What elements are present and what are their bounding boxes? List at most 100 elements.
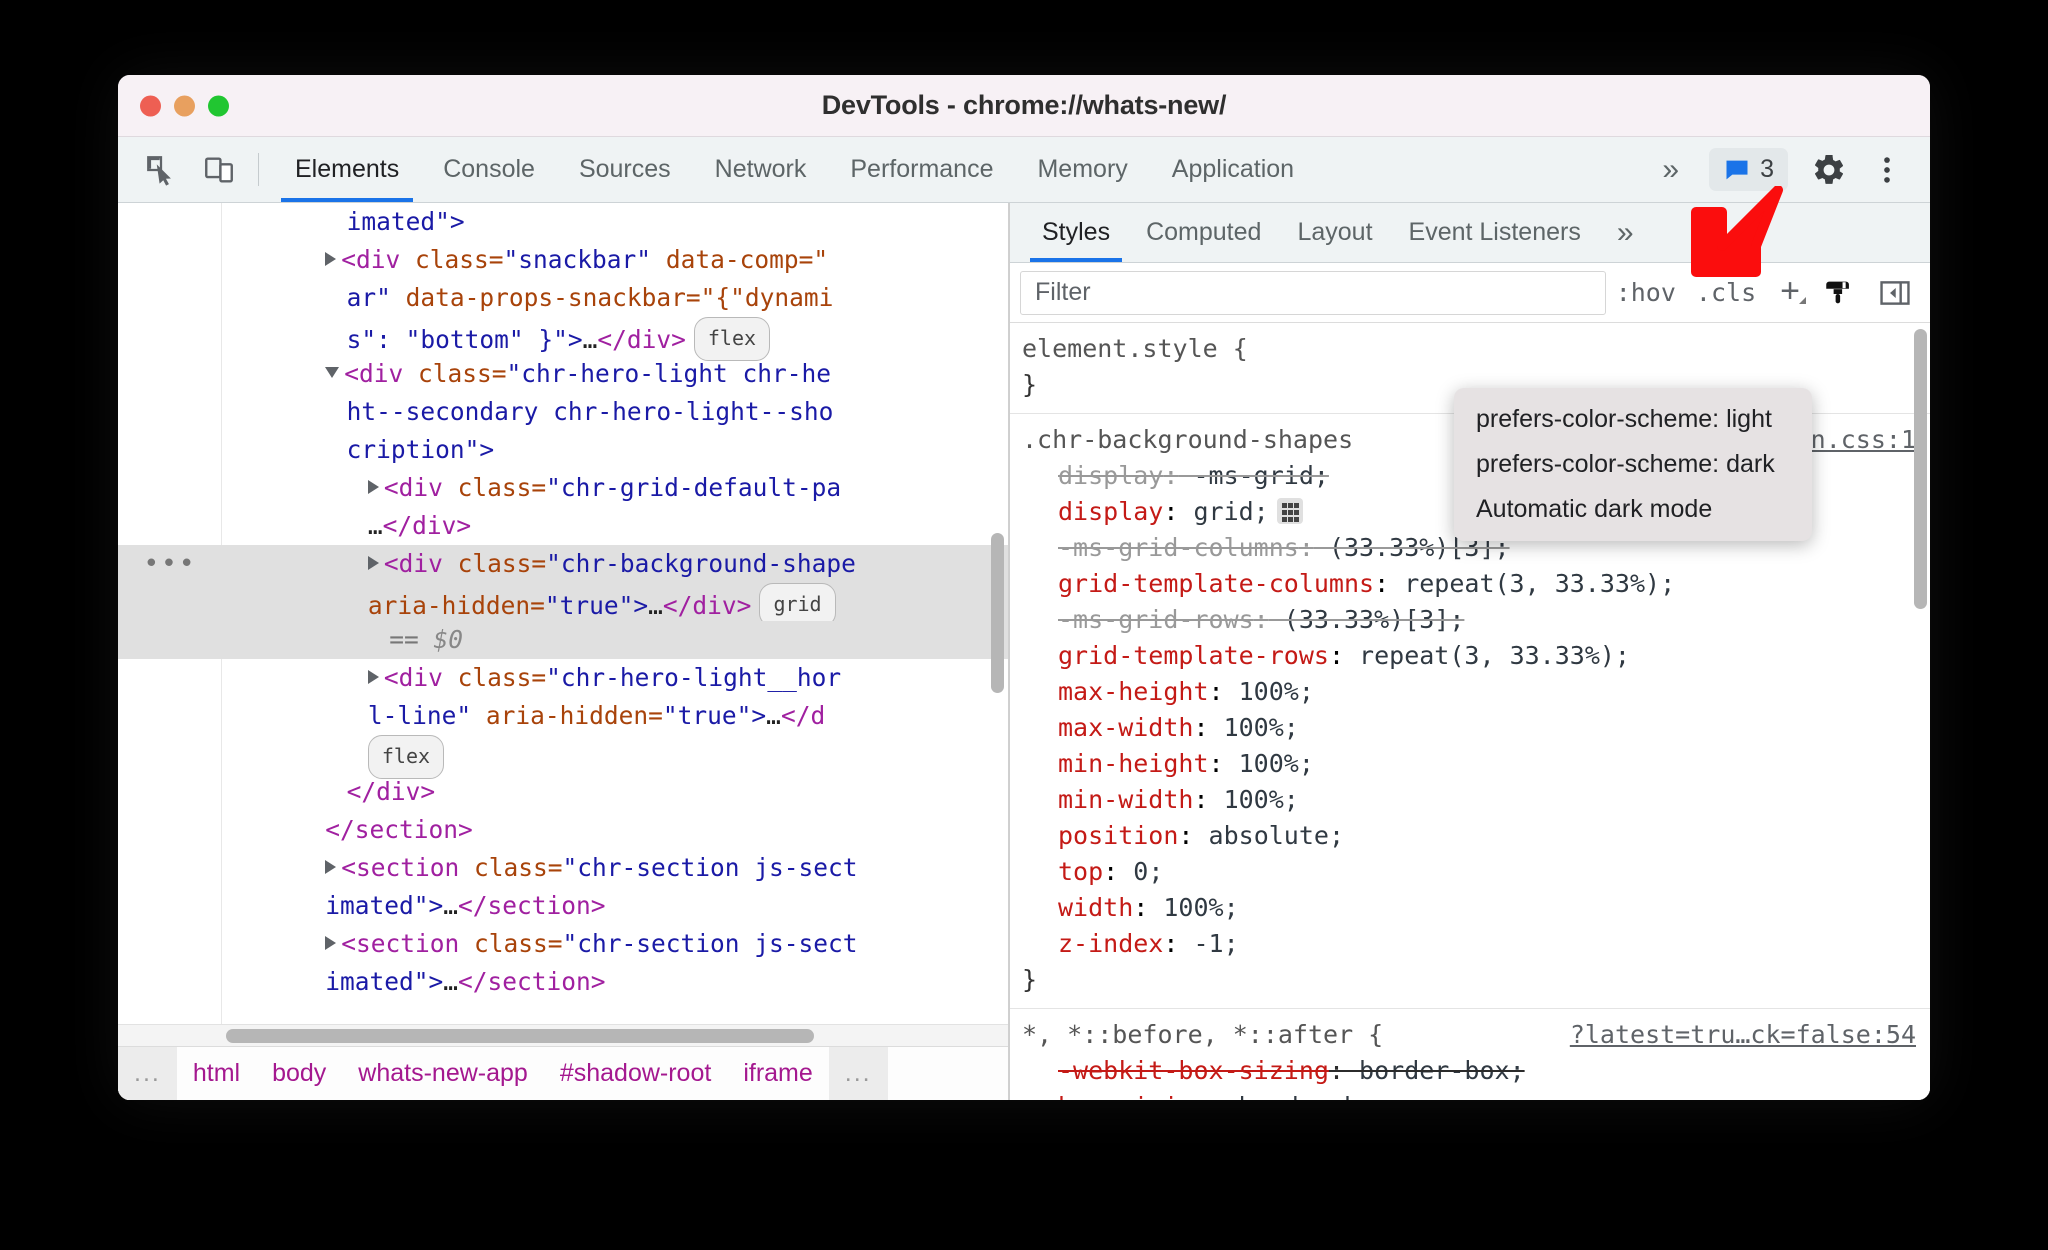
menu-item-prefers-color-scheme-light[interactable]: prefers-color-scheme: light: [1454, 397, 1812, 442]
maximize-window-button[interactable]: [208, 95, 229, 116]
dom-tree-horizontal-scrollbar[interactable]: [118, 1024, 1008, 1046]
css-declaration[interactable]: box-sizing: border-box;: [1010, 1089, 1930, 1100]
dom-tree-node[interactable]: ar" data-props-snackbar="{"dynami: [118, 279, 1008, 317]
more-tabs-icon[interactable]: »: [1646, 154, 1695, 185]
breadcrumb-item-html[interactable]: html: [177, 1059, 256, 1088]
styles-more-tabs-icon[interactable]: »: [1599, 203, 1652, 262]
expand-arrow-closed-icon[interactable]: [367, 480, 379, 494]
tab-layout[interactable]: Layout: [1279, 203, 1390, 262]
css-declaration[interactable]: z-index: -1;: [1010, 926, 1930, 962]
dom-node-menu-icon[interactable]: •••: [118, 545, 222, 583]
breadcrumb-overflow-left[interactable]: ...: [118, 1047, 177, 1100]
css-declaration[interactable]: -webkit-box-sizing: border-box;: [1010, 1053, 1930, 1089]
css-property-value[interactable]: absolute;: [1193, 821, 1344, 850]
css-property-name[interactable]: grid-template-columns: [1058, 569, 1374, 598]
expand-arrow-closed-icon[interactable]: [325, 936, 337, 950]
tab-computed[interactable]: Computed: [1128, 203, 1279, 262]
dom-node-menu-icon[interactable]: [118, 583, 222, 621]
css-rule-source-link[interactable]: ?latest=tru…ck=false:54: [1570, 1017, 1916, 1053]
css-property-name[interactable]: max-height: [1058, 677, 1209, 706]
dom-tree-node-selected[interactable]: aria-hidden="true">…</div> grid: [118, 583, 1008, 627]
css-property-value[interactable]: 100%;: [1224, 677, 1314, 706]
toggle-right-panel-icon[interactable]: [1870, 270, 1920, 316]
dom-tree-scroll-area[interactable]: imated"> <div class="snackbar" data-comp=…: [118, 203, 1008, 1024]
css-property-name[interactable]: position: [1058, 821, 1178, 850]
css-rule-source-link[interactable]: n.css:1: [1811, 422, 1916, 458]
dom-tree-node[interactable]: </section>: [118, 811, 1008, 849]
tab-application[interactable]: Application: [1150, 137, 1316, 202]
css-property-value[interactable]: (33.33%)[3];: [1269, 605, 1465, 634]
dom-tree-node[interactable]: <div class="chr-hero-light chr-he: [118, 355, 1008, 393]
css-declaration[interactable]: top: 0;: [1010, 854, 1930, 890]
menu-item-automatic-dark-mode[interactable]: Automatic dark mode: [1454, 487, 1812, 532]
dom-tree[interactable]: imated"> <div class="snackbar" data-comp=…: [118, 203, 1008, 1001]
dom-tree-node[interactable]: cription">: [118, 431, 1008, 469]
css-property-name[interactable]: min-width: [1058, 785, 1193, 814]
tab-event-listeners[interactable]: Event Listeners: [1391, 203, 1599, 262]
dom-tree-node[interactable]: <section class="chr-section js-sect: [118, 849, 1008, 887]
css-rule-selector[interactable]: element.style {: [1010, 331, 1930, 367]
css-declaration[interactable]: min-height: 100%;: [1010, 746, 1930, 782]
tab-elements[interactable]: Elements: [273, 137, 421, 202]
breadcrumb-item-shadow-root[interactable]: #shadow-root: [544, 1059, 727, 1088]
tab-memory[interactable]: Memory: [1015, 137, 1149, 202]
css-declaration[interactable]: grid-template-columns: repeat(3, 33.33%)…: [1010, 566, 1930, 602]
breadcrumb-item-iframe[interactable]: iframe: [727, 1059, 828, 1088]
dom-tree-node-selected[interactable]: == $0: [118, 621, 1008, 659]
css-property-value[interactable]: border-box;: [1224, 1092, 1405, 1100]
expand-arrow-closed-icon[interactable]: [325, 252, 337, 266]
expand-arrow-closed-icon[interactable]: [367, 556, 379, 570]
css-declaration[interactable]: max-width: 100%;: [1010, 710, 1930, 746]
toggle-pseudo-states-button[interactable]: :hov: [1606, 278, 1686, 307]
tab-console[interactable]: Console: [421, 137, 557, 202]
window-traffic-lights[interactable]: [140, 95, 229, 116]
dom-tree-node[interactable]: s": "bottom" }">…</div> flex: [118, 317, 1008, 361]
dom-tree-node[interactable]: <div class="snackbar" data-comp=": [118, 241, 1008, 279]
css-property-value[interactable]: repeat(3, 33.33%);: [1344, 641, 1630, 670]
css-declaration[interactable]: min-width: 100%;: [1010, 782, 1930, 818]
css-property-name[interactable]: width: [1058, 893, 1133, 922]
css-property-name[interactable]: max-width: [1058, 713, 1193, 742]
css-property-value[interactable]: -ms-grid;: [1178, 461, 1328, 490]
css-declaration[interactable]: width: 100%;: [1010, 890, 1930, 926]
css-property-name[interactable]: top: [1058, 857, 1103, 886]
dom-tree-node[interactable]: <section class="chr-section js-sect: [118, 925, 1008, 963]
css-property-value[interactable]: 0;: [1118, 857, 1163, 886]
css-property-value[interactable]: repeat(3, 33.33%);: [1389, 569, 1675, 598]
breadcrumb-item-body[interactable]: body: [256, 1059, 342, 1088]
more-options-icon[interactable]: [1860, 143, 1914, 197]
css-property-name[interactable]: -ms-grid-rows: [1058, 605, 1254, 634]
dom-tree-node[interactable]: imated">: [118, 203, 1008, 241]
dom-tree-node[interactable]: l-line" aria-hidden="true">…</d: [118, 697, 1008, 735]
css-property-name[interactable]: grid-template-rows: [1058, 641, 1329, 670]
breadcrumb-item-whats-new-app[interactable]: whats-new-app: [342, 1059, 544, 1088]
dom-tree-node[interactable]: imated">…</section>: [118, 963, 1008, 1001]
minimize-window-button[interactable]: [174, 95, 195, 116]
device-toolbar-icon[interactable]: [190, 137, 248, 202]
dom-tree-node[interactable]: <div class="chr-grid-default-pa: [118, 469, 1008, 507]
dom-tree-node[interactable]: …</div>: [118, 507, 1008, 545]
css-declaration[interactable]: -ms-grid-rows: (33.33%)[3];: [1010, 602, 1930, 638]
grid-editor-icon[interactable]: [1276, 498, 1303, 524]
toggle-element-classes-button[interactable]: .cls: [1686, 278, 1766, 307]
tab-styles[interactable]: Styles: [1024, 203, 1128, 262]
styles-filter-input[interactable]: [1020, 270, 1606, 315]
paintbrush-icon[interactable]: [1814, 270, 1864, 316]
dom-tree-vertical-scrollbar[interactable]: [991, 533, 1004, 693]
menu-item-prefers-color-scheme-dark[interactable]: prefers-color-scheme: dark: [1454, 442, 1812, 487]
dom-tree-node-selected[interactable]: ••• <div class="chr-background-shape: [118, 545, 1008, 583]
dom-node-menu-icon[interactable]: [118, 621, 222, 659]
dom-tree-node[interactable]: flex: [118, 735, 1008, 779]
css-declaration[interactable]: grid-template-rows: repeat(3, 33.33%);: [1010, 638, 1930, 674]
dom-tree-node[interactable]: <div class="chr-hero-light__hor: [118, 659, 1008, 697]
css-property-name[interactable]: min-height: [1058, 749, 1209, 778]
css-property-value[interactable]: -1;: [1178, 929, 1238, 958]
rendering-emulation-menu[interactable]: prefers-color-scheme: light prefers-colo…: [1454, 388, 1812, 541]
dom-tree-node[interactable]: ht--secondary chr-hero-light--sho: [118, 393, 1008, 431]
css-property-value[interactable]: 100%;: [1224, 749, 1314, 778]
css-property-value[interactable]: 100%;: [1148, 893, 1238, 922]
css-property-name[interactable]: box-sizing: [1058, 1092, 1209, 1100]
inspect-cursor-icon[interactable]: [132, 137, 190, 202]
breadcrumb-overflow-right[interactable]: ...: [828, 1047, 888, 1100]
issues-badge[interactable]: 3: [1709, 148, 1788, 191]
